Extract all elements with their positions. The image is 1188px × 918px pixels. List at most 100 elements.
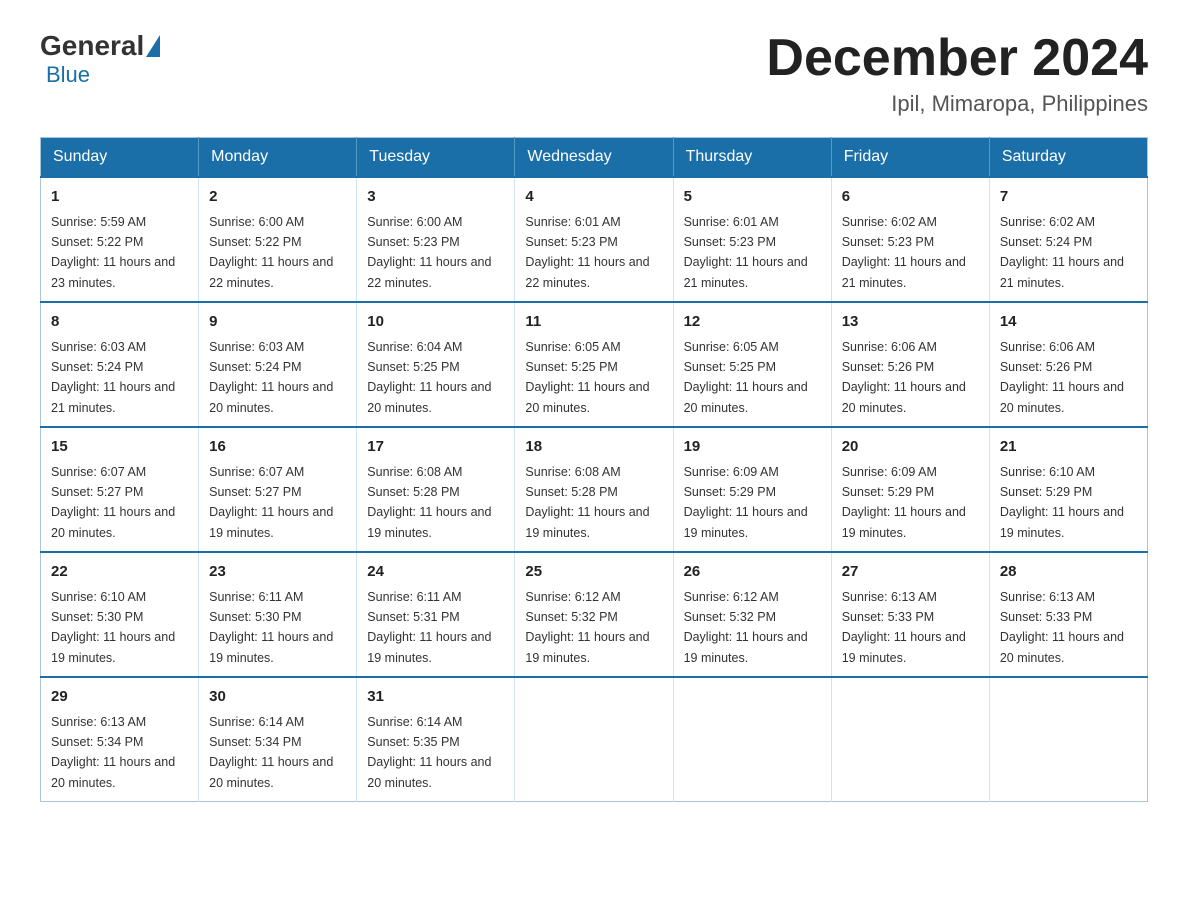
calendar-cell: 25 Sunrise: 6:12 AMSunset: 5:32 PMDaylig…	[515, 552, 673, 677]
day-number: 20	[842, 436, 979, 459]
day-info: Sunrise: 6:06 AMSunset: 5:26 PMDaylight:…	[842, 340, 966, 415]
day-info: Sunrise: 6:14 AMSunset: 5:34 PMDaylight:…	[209, 715, 333, 790]
location-title: Ipil, Mimaropa, Philippines	[766, 91, 1148, 117]
calendar-cell: 4 Sunrise: 6:01 AMSunset: 5:23 PMDayligh…	[515, 177, 673, 302]
calendar-cell: 20 Sunrise: 6:09 AMSunset: 5:29 PMDaylig…	[831, 427, 989, 552]
calendar-cell	[515, 677, 673, 802]
day-info: Sunrise: 6:08 AMSunset: 5:28 PMDaylight:…	[525, 465, 649, 540]
calendar-cell: 1 Sunrise: 5:59 AMSunset: 5:22 PMDayligh…	[41, 177, 199, 302]
day-info: Sunrise: 6:07 AMSunset: 5:27 PMDaylight:…	[209, 465, 333, 540]
day-info: Sunrise: 6:14 AMSunset: 5:35 PMDaylight:…	[367, 715, 491, 790]
weekday-header-sunday: Sunday	[41, 138, 199, 178]
day-info: Sunrise: 6:11 AMSunset: 5:30 PMDaylight:…	[209, 590, 333, 665]
day-number: 28	[1000, 561, 1137, 584]
day-number: 21	[1000, 436, 1137, 459]
day-number: 26	[684, 561, 821, 584]
day-info: Sunrise: 6:00 AMSunset: 5:22 PMDaylight:…	[209, 215, 333, 290]
day-info: Sunrise: 6:10 AMSunset: 5:30 PMDaylight:…	[51, 590, 175, 665]
day-number: 18	[525, 436, 662, 459]
day-info: Sunrise: 6:07 AMSunset: 5:27 PMDaylight:…	[51, 465, 175, 540]
calendar-cell: 29 Sunrise: 6:13 AMSunset: 5:34 PMDaylig…	[41, 677, 199, 802]
calendar-cell: 10 Sunrise: 6:04 AMSunset: 5:25 PMDaylig…	[357, 302, 515, 427]
calendar-body: 1 Sunrise: 5:59 AMSunset: 5:22 PMDayligh…	[41, 177, 1148, 802]
day-number: 9	[209, 311, 346, 334]
calendar-cell: 6 Sunrise: 6:02 AMSunset: 5:23 PMDayligh…	[831, 177, 989, 302]
day-number: 25	[525, 561, 662, 584]
calendar-cell: 7 Sunrise: 6:02 AMSunset: 5:24 PMDayligh…	[989, 177, 1147, 302]
logo-blue-text: Blue	[46, 62, 90, 87]
day-number: 7	[1000, 186, 1137, 209]
day-info: Sunrise: 6:13 AMSunset: 5:34 PMDaylight:…	[51, 715, 175, 790]
calendar-cell: 13 Sunrise: 6:06 AMSunset: 5:26 PMDaylig…	[831, 302, 989, 427]
day-number: 29	[51, 686, 188, 709]
day-info: Sunrise: 6:01 AMSunset: 5:23 PMDaylight:…	[684, 215, 808, 290]
calendar-cell: 8 Sunrise: 6:03 AMSunset: 5:24 PMDayligh…	[41, 302, 199, 427]
day-info: Sunrise: 6:09 AMSunset: 5:29 PMDaylight:…	[842, 465, 966, 540]
calendar-cell: 30 Sunrise: 6:14 AMSunset: 5:34 PMDaylig…	[199, 677, 357, 802]
day-number: 27	[842, 561, 979, 584]
logo-general-text: General	[40, 30, 144, 62]
day-info: Sunrise: 6:04 AMSunset: 5:25 PMDaylight:…	[367, 340, 491, 415]
day-info: Sunrise: 6:12 AMSunset: 5:32 PMDaylight:…	[684, 590, 808, 665]
calendar-cell	[989, 677, 1147, 802]
month-title: December 2024	[766, 30, 1148, 87]
calendar-cell	[673, 677, 831, 802]
calendar-cell: 3 Sunrise: 6:00 AMSunset: 5:23 PMDayligh…	[357, 177, 515, 302]
calendar-week-row: 22 Sunrise: 6:10 AMSunset: 5:30 PMDaylig…	[41, 552, 1148, 677]
calendar-cell: 23 Sunrise: 6:11 AMSunset: 5:30 PMDaylig…	[199, 552, 357, 677]
day-info: Sunrise: 6:01 AMSunset: 5:23 PMDaylight:…	[525, 215, 649, 290]
day-info: Sunrise: 5:59 AMSunset: 5:22 PMDaylight:…	[51, 215, 175, 290]
day-number: 6	[842, 186, 979, 209]
day-number: 31	[367, 686, 504, 709]
day-number: 3	[367, 186, 504, 209]
weekday-header-thursday: Thursday	[673, 138, 831, 178]
day-number: 8	[51, 311, 188, 334]
calendar-cell: 12 Sunrise: 6:05 AMSunset: 5:25 PMDaylig…	[673, 302, 831, 427]
calendar-cell: 21 Sunrise: 6:10 AMSunset: 5:29 PMDaylig…	[989, 427, 1147, 552]
day-number: 22	[51, 561, 188, 584]
calendar-cell: 14 Sunrise: 6:06 AMSunset: 5:26 PMDaylig…	[989, 302, 1147, 427]
calendar-cell: 16 Sunrise: 6:07 AMSunset: 5:27 PMDaylig…	[199, 427, 357, 552]
day-info: Sunrise: 6:12 AMSunset: 5:32 PMDaylight:…	[525, 590, 649, 665]
day-info: Sunrise: 6:05 AMSunset: 5:25 PMDaylight:…	[525, 340, 649, 415]
calendar-cell: 2 Sunrise: 6:00 AMSunset: 5:22 PMDayligh…	[199, 177, 357, 302]
calendar-table: SundayMondayTuesdayWednesdayThursdayFrid…	[40, 137, 1148, 802]
day-info: Sunrise: 6:03 AMSunset: 5:24 PMDaylight:…	[209, 340, 333, 415]
weekday-header-saturday: Saturday	[989, 138, 1147, 178]
day-number: 1	[51, 186, 188, 209]
day-number: 10	[367, 311, 504, 334]
day-info: Sunrise: 6:11 AMSunset: 5:31 PMDaylight:…	[367, 590, 491, 665]
day-number: 11	[525, 311, 662, 334]
weekday-header-tuesday: Tuesday	[357, 138, 515, 178]
calendar-week-row: 15 Sunrise: 6:07 AMSunset: 5:27 PMDaylig…	[41, 427, 1148, 552]
day-info: Sunrise: 6:02 AMSunset: 5:23 PMDaylight:…	[842, 215, 966, 290]
day-number: 15	[51, 436, 188, 459]
day-number: 2	[209, 186, 346, 209]
calendar-cell: 9 Sunrise: 6:03 AMSunset: 5:24 PMDayligh…	[199, 302, 357, 427]
day-info: Sunrise: 6:05 AMSunset: 5:25 PMDaylight:…	[684, 340, 808, 415]
day-number: 24	[367, 561, 504, 584]
calendar-cell: 11 Sunrise: 6:05 AMSunset: 5:25 PMDaylig…	[515, 302, 673, 427]
day-info: Sunrise: 6:09 AMSunset: 5:29 PMDaylight:…	[684, 465, 808, 540]
calendar-week-row: 1 Sunrise: 5:59 AMSunset: 5:22 PMDayligh…	[41, 177, 1148, 302]
calendar-cell: 28 Sunrise: 6:13 AMSunset: 5:33 PMDaylig…	[989, 552, 1147, 677]
calendar-cell: 17 Sunrise: 6:08 AMSunset: 5:28 PMDaylig…	[357, 427, 515, 552]
day-number: 4	[525, 186, 662, 209]
day-info: Sunrise: 6:02 AMSunset: 5:24 PMDaylight:…	[1000, 215, 1124, 290]
weekday-header-monday: Monday	[199, 138, 357, 178]
page-header: General Blue December 2024 Ipil, Mimarop…	[40, 30, 1148, 117]
calendar-cell: 24 Sunrise: 6:11 AMSunset: 5:31 PMDaylig…	[357, 552, 515, 677]
calendar-header: SundayMondayTuesdayWednesdayThursdayFrid…	[41, 138, 1148, 178]
calendar-cell: 31 Sunrise: 6:14 AMSunset: 5:35 PMDaylig…	[357, 677, 515, 802]
calendar-week-row: 29 Sunrise: 6:13 AMSunset: 5:34 PMDaylig…	[41, 677, 1148, 802]
calendar-cell: 15 Sunrise: 6:07 AMSunset: 5:27 PMDaylig…	[41, 427, 199, 552]
calendar-cell: 19 Sunrise: 6:09 AMSunset: 5:29 PMDaylig…	[673, 427, 831, 552]
calendar-week-row: 8 Sunrise: 6:03 AMSunset: 5:24 PMDayligh…	[41, 302, 1148, 427]
day-number: 23	[209, 561, 346, 584]
calendar-cell	[831, 677, 989, 802]
day-info: Sunrise: 6:00 AMSunset: 5:23 PMDaylight:…	[367, 215, 491, 290]
day-info: Sunrise: 6:08 AMSunset: 5:28 PMDaylight:…	[367, 465, 491, 540]
day-number: 5	[684, 186, 821, 209]
day-number: 30	[209, 686, 346, 709]
calendar-cell: 22 Sunrise: 6:10 AMSunset: 5:30 PMDaylig…	[41, 552, 199, 677]
